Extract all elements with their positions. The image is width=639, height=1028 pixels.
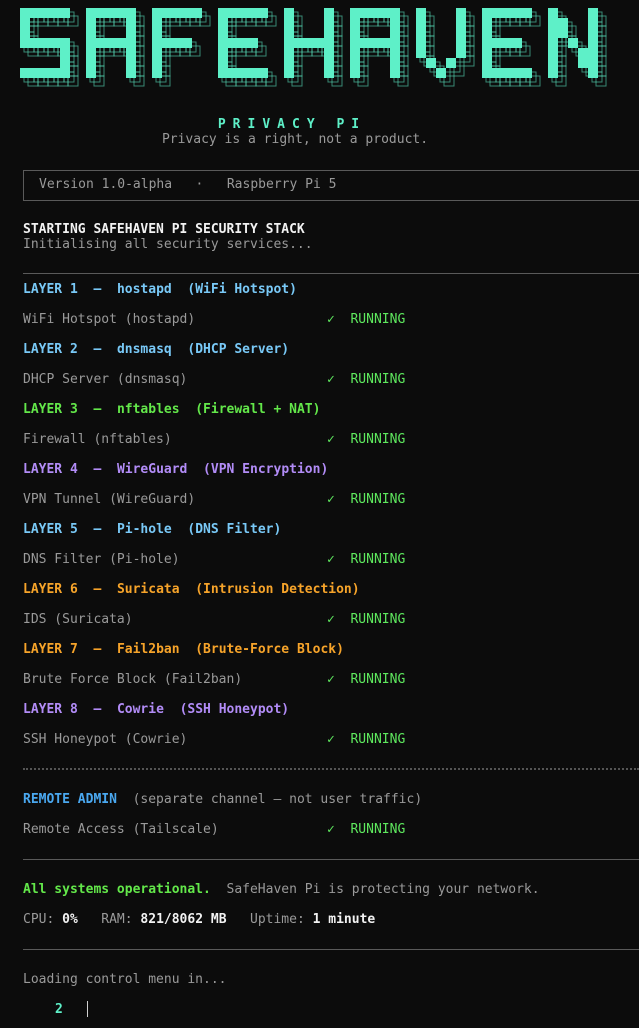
divider	[23, 859, 639, 860]
layer-tool: dnsmasq	[116, 342, 172, 357]
layer-header: LAYER 8 – Cowrie (SSH Honeypot)	[23, 702, 289, 718]
cpu-label: CPU:	[23, 912, 55, 927]
layer-dash: –	[93, 522, 102, 537]
service-status: ✓ RUNNING	[327, 552, 406, 567]
layer-number: LAYER 2	[23, 342, 78, 357]
loading-text: Loading control menu in...	[23, 972, 227, 987]
startup-heading: STARTING SAFEHAVEN PI SECURITY STACK	[23, 222, 305, 237]
dotted-separator	[23, 768, 639, 770]
layer-number: LAYER 1	[23, 282, 78, 297]
platform-text: Raspberry Pi 5	[226, 177, 337, 192]
layer-dash: –	[93, 402, 102, 417]
version-text: Version 1.0-alpha	[39, 177, 173, 192]
layer-header: LAYER 3 – nftables (Firewall + NAT)	[23, 402, 320, 418]
summary-line: All systems operational. SafeHaven Pi is…	[23, 882, 540, 898]
resource-stats: CPU: 0% RAM: 821/8062 MB Uptime: 1 minut…	[23, 912, 375, 928]
layer-dash: –	[93, 282, 102, 297]
service-name: WiFi Hotspot (hostapd)	[23, 312, 196, 327]
text-cursor[interactable]	[87, 1001, 88, 1017]
layer-description: (Brute-Force Block)	[195, 642, 344, 657]
layer-number: LAYER 5	[23, 522, 78, 537]
layer-number: LAYER 3	[23, 402, 78, 417]
service-name: DNS Filter (Pi-hole)	[23, 552, 180, 567]
layer-header: LAYER 6 – Suricata (Intrusion Detection)	[23, 582, 360, 598]
remote-access-status: ✓ RUNNING	[327, 822, 406, 837]
layer-number: LAYER 8	[23, 702, 78, 717]
layer-description: (WiFi Hotspot)	[187, 282, 297, 297]
service-status: ✓ RUNNING	[327, 432, 406, 447]
version-info: Version 1.0-alpha · Raspberry Pi 5	[39, 177, 336, 193]
remote-admin-label: REMOTE ADMIN	[23, 792, 117, 807]
service-name: Brute Force Block (Fail2ban)	[23, 672, 243, 687]
layer-description: (Firewall + NAT)	[195, 402, 321, 417]
layer-tool: Suricata	[116, 582, 180, 597]
service-name: SSH Honeypot (Cowrie)	[23, 732, 188, 747]
banner-tagline: Privacy is a right, not a product.	[161, 132, 429, 147]
divider	[23, 170, 639, 171]
service-status: ✓ RUNNING	[327, 612, 406, 627]
terminal-window: PRIVACY PI Privacy is a right, not a pro…	[0, 0, 639, 1028]
layer-tool: Cowrie	[116, 702, 164, 717]
layer-description: (SSH Honeypot)	[179, 702, 290, 717]
divider	[23, 200, 639, 201]
layer-description: (Intrusion Detection)	[195, 582, 360, 597]
ram-value: 821/8062 MB	[140, 912, 227, 927]
layer-number: LAYER 6	[23, 582, 78, 597]
layer-header: LAYER 1 – hostapd (WiFi Hotspot)	[23, 282, 297, 298]
layer-tool: Fail2ban	[116, 642, 180, 657]
service-status: ✓ RUNNING	[327, 372, 406, 387]
service-status: ✓ RUNNING	[327, 312, 406, 327]
layer-dash: –	[93, 342, 102, 357]
layer-dash: –	[93, 702, 102, 717]
service-status: ✓ RUNNING	[327, 672, 406, 687]
summary-message: SafeHaven Pi is protecting your network.	[226, 882, 540, 897]
divider-edge	[23, 170, 24, 200]
remote-admin-note: (separate channel — not user traffic)	[132, 792, 423, 807]
service-status: ✓ RUNNING	[327, 732, 406, 747]
service-name: Firewall (nftables)	[23, 432, 172, 447]
layer-description: (DNS Filter)	[187, 522, 282, 537]
layer-number: LAYER 4	[23, 462, 78, 477]
banner-fill	[20, 8, 598, 78]
layer-number: LAYER 7	[23, 642, 78, 657]
banner-subtitle: PRIVACY PI	[217, 117, 367, 132]
safehaven-banner-logo	[20, 8, 607, 87]
layer-header: LAYER 4 – WireGuard (VPN Encryption)	[23, 462, 328, 478]
layer-header: LAYER 2 – dnsmasq (DHCP Server)	[23, 342, 289, 358]
layer-tool: WireGuard	[116, 462, 188, 477]
layer-tool: Pi-hole	[116, 522, 172, 537]
cpu-value: 0%	[62, 912, 78, 927]
layer-header: LAYER 7 – Fail2ban (Brute-Force Block)	[23, 642, 344, 658]
remote-access-service: Remote Access (Tailscale)	[23, 822, 219, 837]
startup-subtext: Initialising all security services...	[23, 237, 313, 252]
layer-dash: –	[93, 642, 102, 657]
uptime-label: Uptime:	[250, 912, 305, 927]
layer-tool: nftables	[116, 402, 180, 417]
layer-description: (VPN Encryption)	[203, 462, 329, 477]
divider	[23, 949, 639, 950]
systems-ok-text: All systems operational.	[23, 882, 211, 897]
divider	[23, 273, 639, 274]
service-name: DHCP Server (dnsmasq)	[23, 372, 188, 387]
countdown-number: 2	[55, 1002, 63, 1017]
uptime-value: 1 minute	[312, 912, 376, 927]
ram-label: RAM:	[101, 912, 133, 927]
layer-description: (DHCP Server)	[187, 342, 290, 357]
layer-dash: –	[93, 462, 102, 477]
layer-dash: –	[93, 582, 102, 597]
version-separator: ·	[195, 177, 204, 192]
remote-admin-header: REMOTE ADMIN (separate channel — not use…	[23, 792, 422, 808]
service-status: ✓ RUNNING	[327, 492, 406, 507]
service-name: IDS (Suricata)	[23, 612, 133, 627]
service-name: VPN Tunnel (WireGuard)	[23, 492, 196, 507]
layer-tool: hostapd	[116, 282, 172, 297]
layer-header: LAYER 5 – Pi-hole (DNS Filter)	[23, 522, 281, 538]
